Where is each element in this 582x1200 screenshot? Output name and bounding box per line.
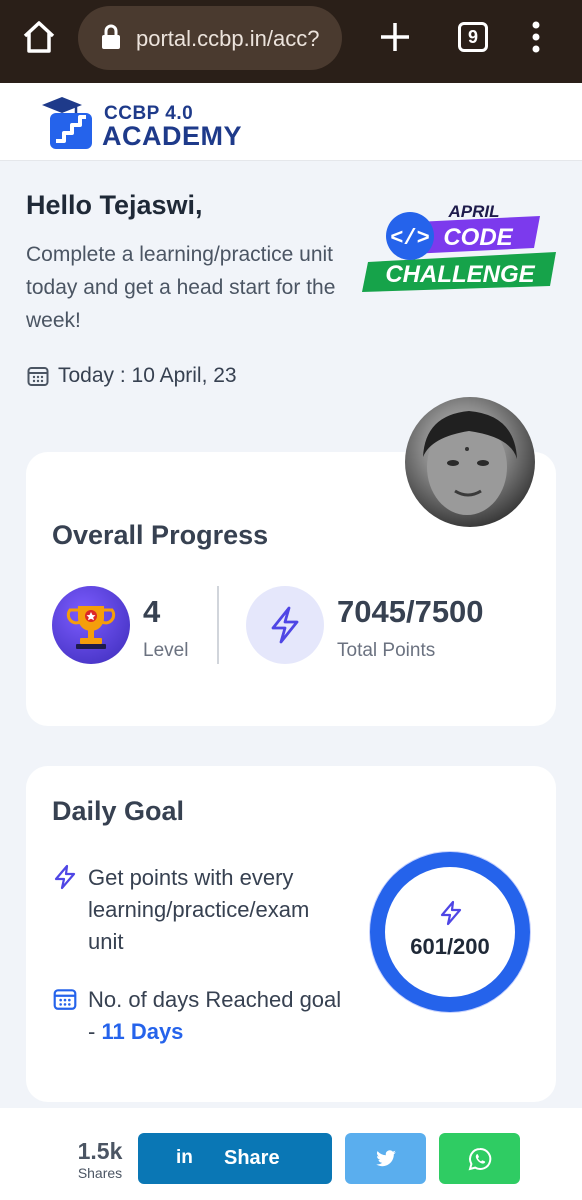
- goal-points-text: Get points with every learning/practice/…: [88, 865, 310, 954]
- whatsapp-icon: [468, 1147, 491, 1170]
- points-bolt-icon: [246, 586, 324, 664]
- share-count-label: Shares: [77, 1165, 123, 1181]
- challenge-code-text: CODE: [443, 224, 513, 251]
- calendar-icon: [53, 989, 77, 1010]
- logo-text-academy: ACADEMY: [102, 121, 243, 151]
- bolt-icon: [440, 900, 462, 926]
- home-icon[interactable]: [20, 18, 58, 56]
- april-code-challenge-badge[interactable]: </> APRIL CODE CHALLENGE: [362, 196, 562, 296]
- linkedin-share-button[interactable]: in Share: [138, 1133, 332, 1184]
- linkedin-share-label: Share: [224, 1147, 280, 1169]
- svg-text:</>: </>: [390, 226, 430, 251]
- bolt-icon: [54, 864, 76, 890]
- greeting-title: Hello Tejaswi,: [26, 190, 203, 220]
- total-points-value: 7045/7500: [337, 594, 484, 629]
- academy-logo-icon[interactable]: [40, 95, 96, 151]
- progress-divider: [217, 586, 219, 664]
- twitter-share-button[interactable]: [345, 1133, 426, 1184]
- today-date-text: Today : 10 April, 23: [58, 364, 237, 387]
- tab-switcher-button[interactable]: 9: [458, 22, 488, 52]
- daily-goal-progress-ring: [370, 852, 530, 1012]
- today-date: Today : 10 April, 23: [26, 364, 237, 388]
- avatar-photo: [423, 411, 517, 515]
- greeting-subtitle: Complete a learning/practice unit today …: [26, 243, 336, 332]
- address-bar-url[interactable]: portal.ccbp.in/acc?: [136, 26, 342, 52]
- browser-toolbar: portal.ccbp.in/acc? 9: [0, 0, 582, 83]
- new-tab-icon[interactable]: [378, 20, 412, 54]
- level-value: 4: [143, 594, 161, 629]
- goal-days-value: 11 Days: [101, 1019, 184, 1044]
- daily-goal-ring-value: 601/200: [410, 934, 490, 959]
- daily-goal-title: Daily Goal: [52, 796, 185, 826]
- avatar[interactable]: [405, 397, 535, 527]
- site-header: CCBP 4.0 ACADEMY: [0, 83, 582, 161]
- total-points-label: Total Points: [337, 640, 436, 661]
- more-menu-icon[interactable]: [528, 20, 544, 54]
- calendar-icon: [27, 367, 49, 386]
- goal-points-item: Get points with every learning/practice/…: [52, 862, 352, 962]
- overall-progress-title: Overall Progress: [52, 520, 269, 550]
- challenge-month-text: APRIL: [448, 202, 500, 221]
- goal-days-item: No. of days Reached goal - 11 Days: [52, 984, 352, 1054]
- lock-icon: [102, 24, 120, 49]
- share-count: 1.5k: [77, 1138, 123, 1164]
- linkedin-icon: in: [176, 1147, 193, 1168]
- challenge-challenge-text: CHALLENGE: [385, 261, 535, 288]
- goal-days-text: No. of days Reached goal - 11 Days: [88, 984, 348, 1048]
- whatsapp-share-button[interactable]: [439, 1133, 520, 1184]
- trophy-icon: [52, 586, 130, 664]
- twitter-icon: [375, 1149, 396, 1166]
- level-label: Level: [143, 640, 189, 661]
